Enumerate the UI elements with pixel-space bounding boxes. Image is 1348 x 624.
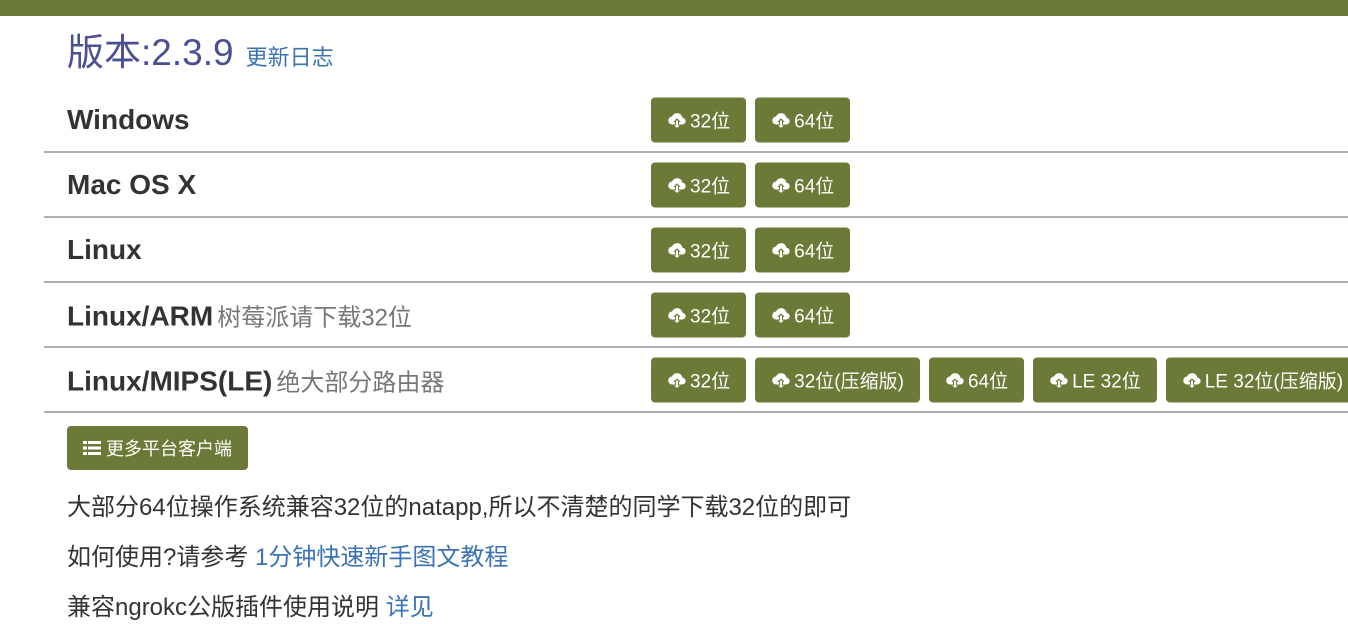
download-button-32[interactable]: 32位	[651, 162, 747, 207]
cloud-download-icon	[772, 178, 790, 193]
download-buttons: 32位 64位	[651, 292, 851, 337]
cloud-download-icon	[1182, 373, 1201, 388]
cloud-download-icon	[668, 243, 686, 258]
platform-row-windows: Windows 32位 64位	[44, 88, 1348, 153]
platform-row-linux: Linux 32位 64位	[44, 218, 1348, 283]
cloud-download-icon	[772, 113, 790, 128]
platform-name: Linux/ARM 树莓派请下载32位	[67, 300, 412, 331]
platform-row-linux-arm: Linux/ARM 树莓派请下载32位 32位 64位	[44, 283, 1348, 348]
cloud-download-icon	[946, 373, 964, 388]
download-buttons: 32位 64位	[651, 162, 851, 207]
download-buttons: 32位 64位	[651, 97, 851, 142]
howto-prefix: 如何使用?请参考	[67, 544, 256, 571]
version-number: 2.3.9	[151, 32, 234, 73]
cloud-download-icon	[772, 373, 790, 388]
download-button-64[interactable]: 64位	[755, 97, 851, 142]
download-button-32-compressed[interactable]: 32位(压缩版)	[755, 357, 920, 402]
version-header: 版本: 2.3.9 更新日志	[67, 22, 334, 76]
platform-row-linux-mips: Linux/MIPS(LE) 绝大部分路由器 32位 32位(压缩版) 64位 L…	[44, 348, 1348, 413]
ngrok-prefix: 兼容ngrokc公版插件使用说明	[67, 594, 386, 621]
platform-note: 树莓派请下载32位	[217, 304, 412, 331]
cloud-download-icon	[668, 373, 686, 388]
download-button-64[interactable]: 64位	[755, 292, 851, 337]
download-button-32[interactable]: 32位	[651, 292, 747, 337]
download-button-64[interactable]: 64位	[928, 357, 1025, 402]
platform-name: Mac OS X	[67, 168, 197, 200]
platform-name: Linux	[67, 233, 142, 265]
howto-note: 如何使用?请参考 1分钟快速新手图文教程	[67, 537, 508, 572]
ngrok-details-link[interactable]: 详见	[386, 594, 434, 621]
platform-note: 绝大部分路由器	[276, 369, 445, 396]
more-clients-button[interactable]: 更多平台客户端	[67, 426, 248, 470]
platform-name: Linux/MIPS(LE) 绝大部分路由器	[67, 365, 445, 396]
cloud-download-icon	[668, 113, 686, 128]
cloud-download-icon	[668, 178, 686, 193]
top-accent-bar	[0, 0, 1348, 16]
cloud-download-icon	[772, 243, 790, 258]
changelog-link[interactable]: 更新日志	[246, 40, 334, 72]
platform-download-table: Windows 32位 64位 Mac OS X 32位 64位 Linux 3…	[44, 88, 1348, 413]
cloud-download-icon	[772, 308, 790, 323]
download-button-64[interactable]: 64位	[755, 227, 851, 272]
download-buttons: 32位 32位(压缩版) 64位 LE 32位 LE 32位(压缩版)	[651, 357, 1348, 402]
download-button-32[interactable]: 32位	[651, 357, 747, 402]
platform-name: Windows	[67, 103, 190, 135]
list-icon	[83, 441, 101, 455]
download-button-le-32[interactable]: LE 32位	[1033, 357, 1157, 402]
cloud-download-icon	[668, 308, 686, 323]
download-button-64[interactable]: 64位	[755, 162, 851, 207]
ngrok-note: 兼容ngrokc公版插件使用说明 详见	[67, 587, 434, 622]
cloud-download-icon	[1050, 373, 1068, 388]
version-label: 版本:	[67, 32, 152, 73]
download-button-le-32-compressed[interactable]: LE 32位(压缩版)	[1165, 357, 1348, 402]
download-buttons: 32位 64位	[651, 227, 851, 272]
download-button-32[interactable]: 32位	[651, 227, 747, 272]
download-button-32[interactable]: 32位	[651, 97, 747, 142]
platform-row-macos: Mac OS X 32位 64位	[44, 153, 1348, 218]
tutorial-link[interactable]: 1分钟快速新手图文教程	[255, 544, 508, 571]
compat-note: 大部分64位操作系统兼容32位的natapp,所以不清楚的同学下载32位的即可	[67, 494, 852, 521]
